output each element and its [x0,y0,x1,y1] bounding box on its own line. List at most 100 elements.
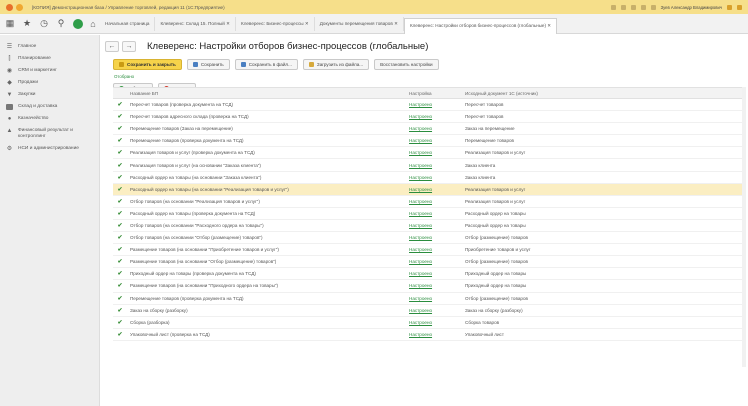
setting-link[interactable]: Настроено [409,320,432,325]
source-document-cell[interactable]: Приобретение товаров и услуг [465,247,735,252]
calendar-icon[interactable] [650,4,656,10]
process-name-cell[interactable]: Перемещение товаров (проверка документа … [127,138,409,143]
source-document-cell[interactable]: Отбор (размещение) товаров [465,296,735,301]
sidebar-item-warehouse[interactable]: Склад и доставка [0,101,99,113]
table-row[interactable]: ✔ Размещение товаров (на основании "Прихо… [113,280,745,293]
grid-menu-icon[interactable]: ▦ [3,17,17,31]
notifications-icon[interactable] [610,4,616,10]
source-document-cell[interactable]: Реализация товаров и услуг [465,150,735,155]
process-name-cell[interactable]: Реализация товаров и услуг (проверка док… [127,150,409,155]
sidebar-item-planning[interactable]: ⫿ Планирование [0,53,99,65]
setting-link[interactable]: Настроено [409,308,432,313]
setting-link-cell[interactable]: Настроено [409,187,465,192]
setting-link-cell[interactable]: Настроено [409,308,465,313]
header-source[interactable]: Исходный документ 1С (источник) [465,91,735,96]
restore-settings-button[interactable]: Восстановить настройки [374,59,439,70]
source-document-cell[interactable]: Сборка товаров [465,320,735,325]
table-row[interactable]: ✔ Отбор товаров (на основании "Реализация… [113,196,745,208]
favorites-icon[interactable] [630,4,636,10]
process-name-cell[interactable]: Расходный ордер на товары (на основании … [127,187,409,192]
enabled-check-cell[interactable]: ✔ [113,246,127,253]
setting-link-cell[interactable]: Настроено [409,126,465,131]
source-document-cell[interactable]: Расходный ордер на товары [465,211,735,216]
setting-link[interactable]: Настроено [409,187,432,192]
tab-filter-settings[interactable]: Клеверенс: Настройки отборов бизнес-проц… [403,17,558,34]
process-name-cell[interactable]: Отбор товаров (на основании "Реализация … [127,199,409,204]
table-scrollbar[interactable] [742,87,746,367]
setting-link-cell[interactable]: Настроено [409,102,465,107]
enabled-check-cell[interactable]: ✔ [113,282,127,289]
load-file-button[interactable]: Загрузить из файла... [302,59,370,70]
process-name-cell[interactable]: Отбор товаров (на основании "Отбор (разм… [127,235,409,240]
process-name-cell[interactable]: Упаковочный лист (проверка на ТСД) [127,332,409,337]
setting-link[interactable]: Настроено [409,175,432,180]
current-user[interactable]: Зуев Александр Владимирович [661,5,722,10]
setting-link[interactable]: Настроено [409,223,432,228]
table-row[interactable]: ✔ Расходный ордер на товары (на основании… [113,183,745,196]
back-button[interactable]: ← [105,40,119,52]
setting-link[interactable]: Настроено [409,199,432,204]
sidebar-item-sales[interactable]: ◆ Продажи [0,77,99,89]
setting-link-cell[interactable]: Настроено [409,296,465,301]
process-name-cell[interactable]: Сборка (разборка) [127,320,409,325]
setting-link[interactable]: Настроено [409,332,432,337]
sidebar-item-admin[interactable]: ⚙ НСИ и администрирование [0,143,99,155]
table-row[interactable]: ✔ Реализация товаров и услуг (проверка до… [113,147,745,160]
sidebar-item-purchases[interactable]: ▼ Закупки [0,89,99,101]
history-icon[interactable] [620,4,626,10]
header-setting[interactable]: Настройка [409,91,465,96]
enabled-check-cell[interactable]: ✔ [113,113,127,120]
menu-icon[interactable] [16,3,23,11]
table-row[interactable]: ✔ Размещение товаров (на основании "Отбор… [113,256,745,269]
setting-link[interactable]: Настроено [409,138,432,143]
source-document-cell[interactable]: Расходный ордер на товары [465,223,735,228]
sidebar-item-crm[interactable]: ◉ CRM и маркетинг [0,65,99,77]
setting-link-cell[interactable]: Настроено [409,320,465,325]
setting-link-cell[interactable]: Настроено [409,271,465,276]
process-name-cell[interactable]: Пересчет товаров адресного склада (прове… [127,114,409,119]
setting-link[interactable]: Настроено [409,102,432,107]
process-name-cell[interactable]: Размещение товаров (на основании "Отбор … [127,259,409,264]
header-name[interactable]: Название БП [127,91,409,96]
setting-link-cell[interactable]: Настроено [409,150,465,155]
source-document-cell[interactable]: Реализация товаров и услуг [465,187,735,192]
table-row[interactable]: ✔ Отбор товаров (на основании "Отбор (раз… [113,232,745,245]
save-close-button[interactable]: Сохранить и закрыть [113,59,182,70]
table-row[interactable]: ✔ Приходный ордер на товары (проверка док… [113,268,745,281]
table-row[interactable]: ✔ Расходный ордер на товары (проверка док… [113,208,745,220]
home-icon[interactable]: ⌂ [86,17,100,31]
enabled-check-cell[interactable]: ✔ [113,270,127,277]
table-row[interactable]: ✔ Расходный ордер на товары (на основании… [113,172,745,184]
table-row[interactable]: ✔ Заказ на сборку (разборку) Настроено Зака… [113,305,745,317]
setting-link-cell[interactable]: Настроено [409,223,465,228]
tab-transfer-documents[interactable]: Документы перемещения товаров ✕ [315,16,404,31]
source-document-cell[interactable]: Упаковочный лист [465,332,735,337]
setting-link[interactable]: Настроено [409,247,432,252]
setting-link[interactable]: Настроено [409,114,432,119]
setting-link[interactable]: Настроено [409,163,432,168]
calculator-icon[interactable] [640,4,646,10]
table-row[interactable]: ✔ Перемещение товаров (проверка документа… [113,293,745,305]
process-name-cell[interactable]: Размещение товаров (на основании "Приобр… [127,247,409,252]
enabled-check-cell[interactable]: ✔ [113,307,127,314]
enabled-check-cell[interactable]: ✔ [113,258,127,265]
star-icon[interactable]: ★ [20,17,34,31]
process-name-cell[interactable]: Приходный ордер на товары (проверка доку… [127,271,409,276]
sidebar-item-treasury[interactable]: ● Казначейство [0,113,99,125]
process-name-cell[interactable]: Расходный ордер на товары (проверка доку… [127,211,409,216]
status-indicator-icon[interactable] [73,18,83,29]
enabled-check-cell[interactable]: ✔ [113,149,127,156]
table-row[interactable]: ✔ Размещение товаров (на основании "Приоб… [113,244,745,257]
setting-link-cell[interactable]: Настроено [409,199,465,204]
search-icon[interactable]: ⚲ [54,17,68,31]
process-name-cell[interactable]: Расходный ордер на товары (на основании … [127,175,409,180]
table-row[interactable]: ✔ Упаковочный лист (проверка на ТСД) Настр… [113,329,745,341]
forward-button[interactable]: → [122,40,136,52]
source-document-cell[interactable]: Приходный ордер на товары [465,283,735,288]
source-document-cell[interactable]: Перемещение товаров [465,138,735,143]
process-name-cell[interactable]: Пересчет товаров (проверка документа на … [127,102,409,107]
save-file-button[interactable]: Сохранить в файл... [234,59,298,70]
setting-link[interactable]: Настроено [409,235,432,240]
setting-link-cell[interactable]: Настроено [409,175,465,180]
enabled-check-cell[interactable]: ✔ [113,210,127,217]
